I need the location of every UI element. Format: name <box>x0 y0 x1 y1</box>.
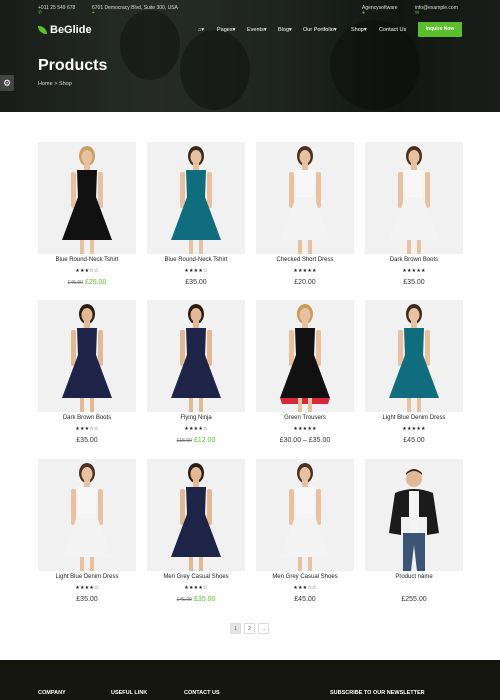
topbar-phone: +011 25 549 678 <box>38 5 76 11</box>
product-name[interactable]: Blue Round-Neck Tshirt <box>38 257 136 263</box>
product-rating-stars: ★★★★★ <box>293 268 317 274</box>
product-image[interactable] <box>256 459 354 571</box>
footer-heading-company: COMPANY <box>38 690 66 696</box>
old-price: £15.00 <box>176 438 192 444</box>
site-footer: COMPANY USEFUL LINK CONTACT US SUBSCRIBE… <box>0 660 500 700</box>
product-name[interactable]: Dark Brown Boots <box>365 257 463 263</box>
topbar-address: 6701 Democracy Blvd, Suite 300, USA <box>92 5 178 11</box>
product-price: £35.00 <box>76 596 98 603</box>
product-card[interactable]: Checked Short Dress ★★★★★ £20.00 <box>256 142 354 300</box>
product-rating-stars: ★★★★☆ <box>184 268 208 274</box>
product-image[interactable] <box>365 142 463 254</box>
footer-heading-useful-link: USEFUL LINK <box>111 690 148 696</box>
product-name[interactable]: Dark Brown Boots <box>38 415 136 421</box>
page-title: Products <box>38 57 108 74</box>
product-card[interactable]: Green Trousers ★★★★★ £30.00 – £35.00 <box>256 300 354 458</box>
product-card[interactable]: Men Grey Casual Shoes ★★★★☆ £45.00 £35.00 <box>147 459 245 617</box>
product-card[interactable]: Dark Brown Boots ★★★★★ £35.00 <box>365 142 463 300</box>
sale-price: £12.00 <box>193 437 216 444</box>
breadcrumb: Home > Shop <box>38 81 72 87</box>
product-rating-stars: ★★★★★ <box>402 426 426 432</box>
mail-icon: ✉ <box>415 10 420 16</box>
product-rating-stars: ★★★☆☆ <box>75 268 99 274</box>
product-name[interactable]: Product name <box>365 574 463 580</box>
product-image[interactable] <box>38 300 136 412</box>
location-icon: ⌖ <box>92 10 95 16</box>
product-rating-stars: ★★★★★ <box>402 268 426 274</box>
product-card[interactable]: Flying Ninja ★★★★☆ £15.00 £12.00 <box>147 300 245 458</box>
product-card[interactable]: Light Blue Denim Dress ★★★★★ £45.00 <box>365 300 463 458</box>
product-price: £45.00 <box>403 437 425 444</box>
page-hero: ✆ +011 25 549 678 ⌖ 6701 Democracy Blvd, S… <box>0 0 500 112</box>
nav-item-pages[interactable]: Pages▾ <box>217 27 235 33</box>
nav-item-shop[interactable]: Shop▾ <box>351 27 367 33</box>
nav-item-contact[interactable]: Contact Us <box>379 27 406 33</box>
product-price: £45.00 £25.00 <box>38 279 136 286</box>
product-name[interactable]: Flying Ninja <box>147 415 245 421</box>
page-2-button[interactable]: 2 <box>244 623 255 634</box>
sale-price: £25.00 <box>84 279 107 286</box>
footer-heading-contact: CONTACT US <box>184 690 220 696</box>
topbar-agency[interactable]: Agencysoftware <box>362 5 398 11</box>
product-image[interactable] <box>147 142 245 254</box>
user-icon: ● <box>362 10 366 16</box>
product-rating-stars: ★★★★☆ <box>184 426 208 432</box>
product-image[interactable] <box>147 459 245 571</box>
footer-heading-newsletter: SUBSCRIBE TO OUR NEWSLETTER <box>330 690 425 696</box>
product-rating-stars: ★★★☆☆ <box>293 585 317 591</box>
product-rating-stars: ★★★★★ <box>293 426 317 432</box>
nav-item-blog[interactable]: Blog▾ <box>278 27 292 33</box>
product-card[interactable]: Men Grey Casual Shoes ★★★☆☆ £45.00 <box>256 459 354 617</box>
product-name[interactable]: Light Blue Denim Dress <box>365 415 463 421</box>
product-price: £45.00 £35.00 <box>147 596 245 603</box>
phone-icon: ✆ <box>38 10 43 16</box>
old-price: £45.00 <box>176 597 192 603</box>
product-name[interactable]: Checked Short Dress <box>256 257 354 263</box>
nav-item-events[interactable]: Events▾ <box>247 27 267 33</box>
home-icon[interactable]: ⌂▾ <box>198 27 204 33</box>
product-image[interactable] <box>256 300 354 412</box>
brand-name: BeGlide <box>50 24 92 36</box>
inquire-now-button[interactable]: Inquire Now <box>418 22 462 37</box>
nav-item-portfolio[interactable]: Our Portfolio▾ <box>303 27 337 33</box>
product-card[interactable]: Dark Brown Boots ★★★☆☆ £35.00 <box>38 300 136 458</box>
sale-price: £35.00 <box>193 596 216 603</box>
product-rating-stars: ★★★★☆ <box>75 585 99 591</box>
product-price: £30.00 – £35.00 <box>279 437 331 444</box>
product-image[interactable] <box>38 142 136 254</box>
product-image[interactable] <box>256 142 354 254</box>
product-price: £35.00 <box>76 437 98 444</box>
next-page-button[interactable]: → <box>258 623 269 634</box>
leaf-icon <box>38 26 47 34</box>
product-image[interactable] <box>365 300 463 412</box>
product-image[interactable] <box>365 459 463 571</box>
product-rating-stars: ★★★★☆ <box>184 585 208 591</box>
page-1-button[interactable]: 1 <box>230 623 241 634</box>
product-price: £255.00 <box>401 596 427 603</box>
topbar-email[interactable]: info@example.com <box>415 5 458 11</box>
product-rating-stars: ★★★☆☆ <box>75 426 99 432</box>
product-card[interactable]: Blue Round-Neck Tshirt ★★★★☆ £35.00 <box>147 142 245 300</box>
brand-logo[interactable]: BeGlide <box>38 24 92 36</box>
product-price: £45.00 <box>294 596 316 603</box>
product-name[interactable]: Men Grey Casual Shoes <box>256 574 354 580</box>
product-card[interactable]: Product name £255.00 <box>365 459 463 617</box>
settings-gear-icon[interactable]: ⚙ <box>0 75 14 91</box>
product-price: £35.00 <box>403 279 425 286</box>
product-name[interactable]: Blue Round-Neck Tshirt <box>147 257 245 263</box>
product-card[interactable]: Light Blue Denim Dress ★★★★☆ £35.00 <box>38 459 136 617</box>
product-price: £35.00 <box>185 279 207 286</box>
product-name[interactable]: Men Grey Casual Shoes <box>147 574 245 580</box>
product-image[interactable] <box>38 459 136 571</box>
product-price: £15.00 £12.00 <box>147 437 245 444</box>
product-image[interactable] <box>147 300 245 412</box>
product-name[interactable]: Light Blue Denim Dress <box>38 574 136 580</box>
top-contact-bar: ✆ +011 25 549 678 ⌖ 6701 Democracy Blvd, S… <box>0 0 500 18</box>
product-name[interactable]: Green Trousers <box>256 415 354 421</box>
product-price: £20.00 <box>294 279 316 286</box>
product-card[interactable]: Blue Round-Neck Tshirt ★★★☆☆ £45.00 £25.00 <box>38 142 136 300</box>
old-price: £45.00 <box>67 280 83 286</box>
